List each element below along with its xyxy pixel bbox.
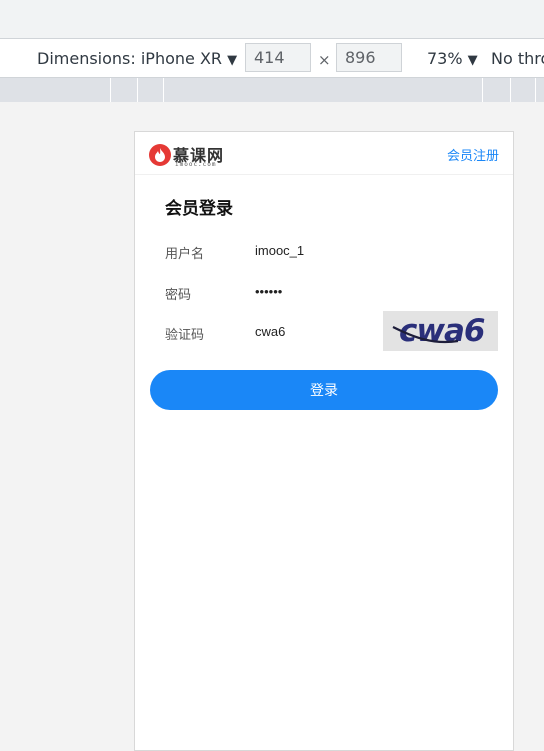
login-button[interactable]: 登录 [150,370,498,410]
ruler-divider [510,78,511,102]
media-query-ruler [0,78,544,102]
throttle-select[interactable]: No thro [491,49,544,68]
device-toolbar: Dimensions: iPhone XR ▼ × 73% ▼ No thro [0,38,544,78]
flame-logo-icon [149,144,171,166]
times-sign: × [318,51,331,69]
site-header: 慕课网 imooc.com 会员注册 [135,132,513,175]
password-input[interactable]: •••••• [255,284,282,299]
captcha-label: 验证码 [165,327,205,342]
chevron-down-icon: ▼ [227,53,238,68]
username-label: 用户名 [165,246,205,261]
width-input[interactable] [245,43,311,72]
captcha-noise-line [392,326,459,344]
captcha-input[interactable]: cwa6 [255,324,285,339]
chevron-down-icon: ▼ [467,53,478,68]
password-label: 密码 [165,287,192,302]
ruler-divider [535,78,536,102]
devtools-top-strip [0,0,544,38]
device-viewport: 慕课网 imooc.com 会员注册 会员登录 用户名 imooc_1 密码 •… [134,131,514,751]
device-dimensions-select[interactable]: Dimensions: iPhone XR ▼ [37,49,237,68]
ruler-divider [482,78,483,102]
ruler-divider [110,78,111,102]
captcha-image[interactable]: cwa6 [383,311,498,351]
register-link[interactable]: 会员注册 [447,145,499,164]
zoom-value: 73% [427,49,463,68]
username-input[interactable]: imooc_1 [255,243,304,258]
ruler-divider [137,78,138,102]
height-input[interactable] [336,43,402,72]
page-title: 会员登录 [165,199,233,218]
zoom-select[interactable]: 73% ▼ [427,49,478,68]
ruler-divider [163,78,164,102]
site-logo-subtext: imooc.com [175,161,217,168]
device-name: Dimensions: iPhone XR [37,49,223,68]
